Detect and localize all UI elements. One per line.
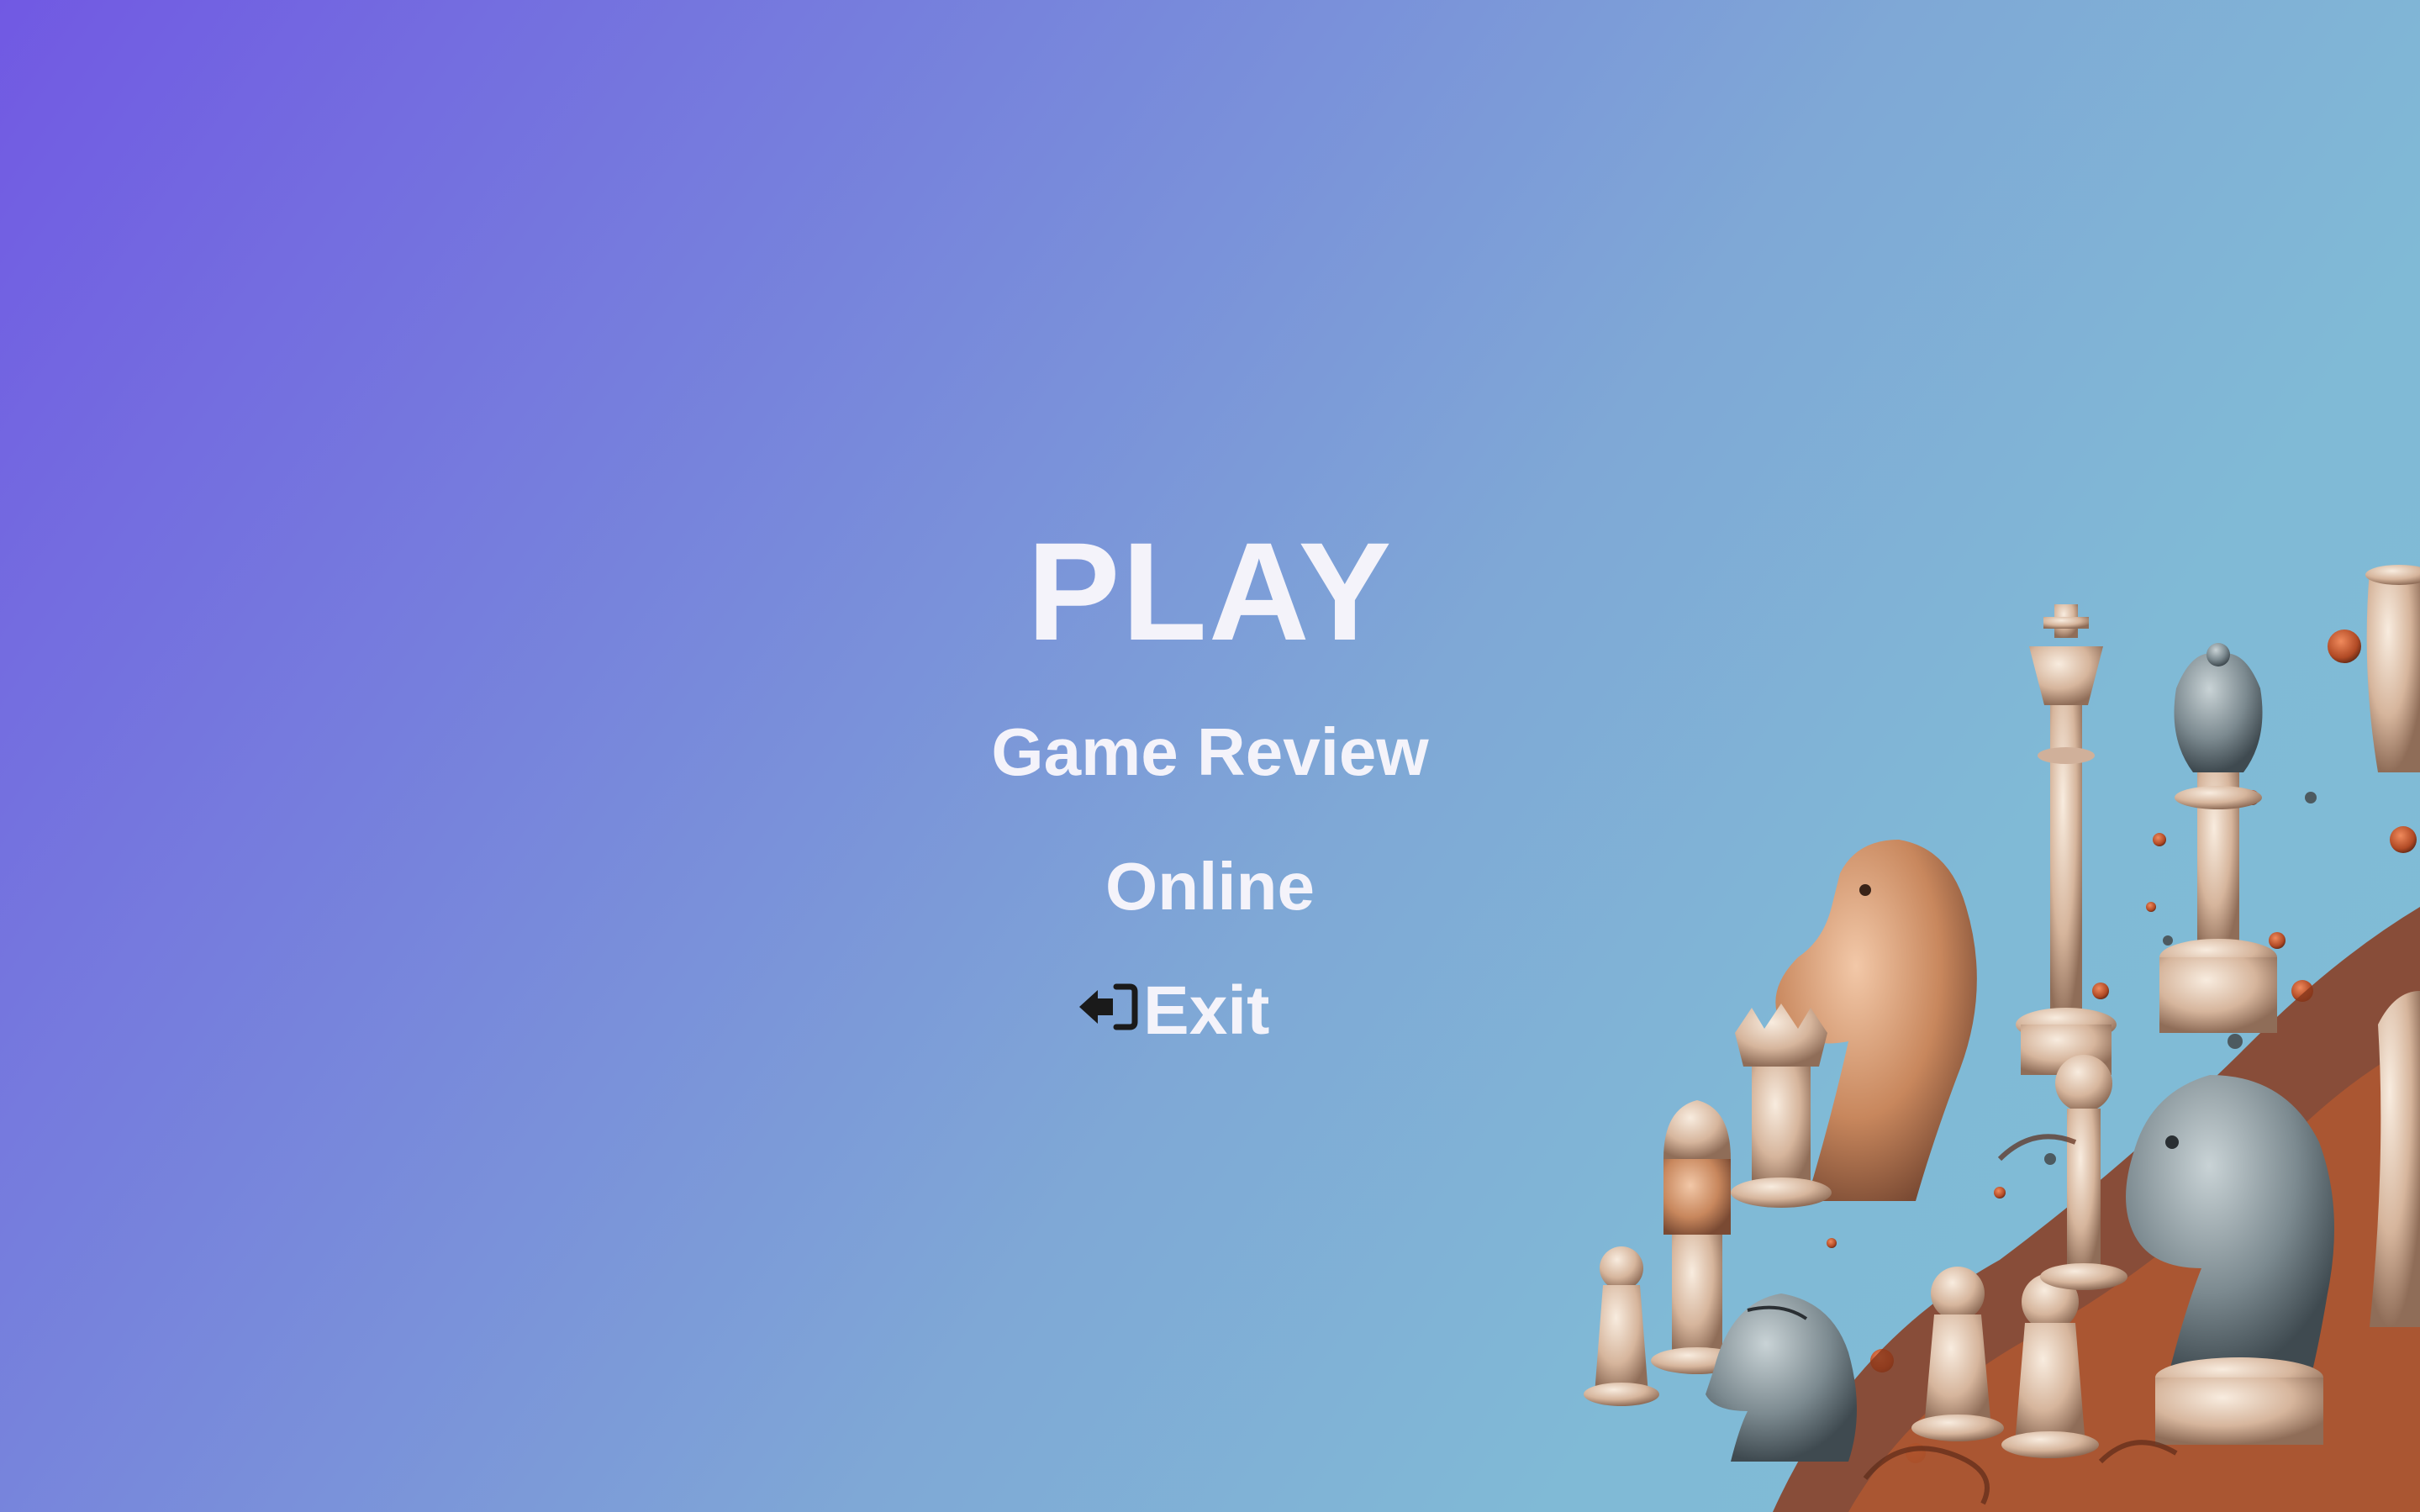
- exit-button[interactable]: Exit: [1078, 977, 1269, 1046]
- exit-label: Exit: [1143, 972, 1270, 1049]
- sign-out-icon: [1078, 977, 1138, 1046]
- chess-pieces-artwork: [1411, 403, 2420, 1512]
